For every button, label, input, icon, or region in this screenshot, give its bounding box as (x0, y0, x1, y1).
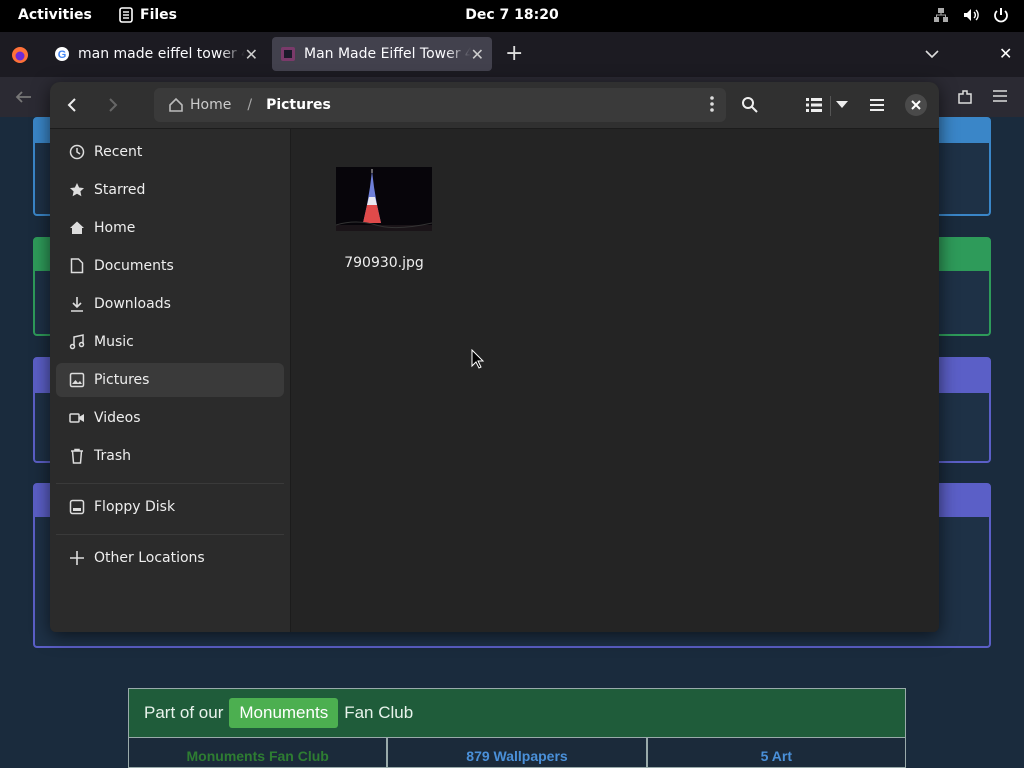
fan-club-prefix: Part of our (144, 703, 224, 722)
drive-icon (68, 499, 86, 515)
sidebar-item-label: Home (94, 220, 136, 236)
sidebar-item-label: Downloads (94, 296, 171, 312)
files-app-icon (119, 7, 133, 23)
sidebar-item-home[interactable]: Home (56, 211, 284, 245)
close-dialog-button[interactable] (905, 94, 927, 116)
firefox-icon[interactable] (11, 46, 29, 64)
sidebar-item-floppy-disk[interactable]: Floppy Disk (56, 490, 284, 524)
fan-club-stat-link[interactable]: Monuments Fan Club (128, 738, 388, 768)
path-menu-icon[interactable] (710, 96, 714, 116)
picture-icon (68, 372, 86, 388)
sidebar-item-recent[interactable]: Recent (56, 135, 284, 169)
path-home-label: Home (190, 97, 232, 113)
file-name: 790930.jpg (344, 255, 424, 271)
sidebar-divider (56, 534, 284, 535)
sidebar-item-downloads[interactable]: Downloads (56, 287, 284, 321)
site-favicon-icon (281, 47, 295, 61)
path-current-button[interactable]: Pictures (266, 97, 331, 113)
main-menu-button[interactable] (862, 90, 892, 120)
places-sidebar: Recent Starred Home Documents Downloads … (50, 129, 291, 632)
list-tabs-icon[interactable] (924, 46, 940, 62)
art-count-link[interactable]: 5 Art (646, 738, 906, 768)
plus-icon (68, 550, 86, 566)
path-separator: / (247, 97, 253, 113)
back-button[interactable] (58, 90, 88, 120)
sidebar-item-music[interactable]: Music (56, 325, 284, 359)
svg-text:G: G (58, 49, 67, 61)
path-bar: Home / Pictures (154, 88, 726, 122)
sidebar-item-label: Trash (94, 448, 131, 464)
app-name: Files (140, 7, 177, 23)
sidebar-item-trash[interactable]: Trash (56, 439, 284, 473)
system-tray[interactable] (932, 6, 1010, 24)
app-menu-button[interactable]: Files (118, 7, 177, 23)
search-icon (742, 97, 758, 113)
caret-down-icon (836, 101, 848, 108)
gnome-top-bar: Activities Files Dec 7 18:20 (0, 0, 1024, 32)
close-icon (911, 100, 921, 110)
back-icon[interactable] (14, 89, 32, 105)
sidebar-item-videos[interactable]: Videos (56, 401, 284, 435)
list-view-icon (806, 98, 822, 112)
fan-club-stats: Monuments Fan Club 879 Wallpapers 5 Art (128, 738, 906, 768)
file-chooser-dialog: Home / Pictures Recent Starred Home Docu… (50, 82, 939, 632)
close-window-icon[interactable]: ✕ (999, 44, 1012, 63)
monuments-link[interactable]: Monuments (229, 698, 339, 728)
sidebar-item-label: Other Locations (94, 550, 205, 566)
google-icon: G (55, 47, 69, 61)
extensions-icon[interactable] (956, 88, 974, 106)
sidebar-item-label: Pictures (94, 372, 150, 388)
new-tab-icon[interactable]: + (505, 41, 523, 66)
music-icon (68, 334, 86, 350)
dialog-header-bar: Home / Pictures (50, 82, 939, 129)
tab-title: Man Made Eiffel Tower 4K (304, 46, 471, 62)
sidebar-item-label: Starred (94, 182, 146, 198)
sidebar-item-pictures[interactable]: Pictures (56, 363, 284, 397)
sidebar-item-starred[interactable]: Starred (56, 173, 284, 207)
path-home-button[interactable]: Home (168, 97, 231, 113)
mouse-cursor-icon (471, 349, 485, 369)
hamburger-menu-icon (870, 99, 884, 111)
view-list-button[interactable] (799, 90, 829, 120)
volume-icon (964, 9, 979, 21)
close-tab-icon[interactable]: ✕ (245, 45, 258, 64)
star-icon (68, 182, 86, 198)
fan-club-banner: Part of our Monuments Fan Club (128, 688, 906, 738)
sidebar-item-label: Videos (94, 410, 141, 426)
file-view: 790930.jpg (291, 129, 939, 632)
browser-tab-bar: G man made eiffel tower 4k ✕ Man Made Ei… (0, 32, 1024, 77)
sidebar-divider (56, 483, 284, 484)
tab-google-search[interactable]: G man made eiffel tower 4k ✕ (46, 37, 266, 71)
clock-icon (68, 144, 86, 160)
network-icon (934, 8, 948, 22)
chevron-right-icon (109, 98, 118, 112)
close-tab-icon[interactable]: ✕ (471, 45, 484, 64)
video-icon (68, 410, 86, 426)
search-button[interactable] (735, 90, 765, 120)
forward-button[interactable] (97, 90, 127, 120)
tab-wallpaper[interactable]: Man Made Eiffel Tower 4K ✕ (272, 37, 492, 71)
sidebar-item-label: Documents (94, 258, 174, 274)
chevron-left-icon (67, 98, 76, 112)
fan-club-suffix: Fan Club (344, 703, 414, 722)
sidebar-item-label: Music (94, 334, 134, 350)
activities-button[interactable]: Activities (18, 7, 92, 23)
sidebar-item-label: Recent (94, 144, 143, 160)
document-icon (68, 258, 86, 274)
view-options-button[interactable] (827, 90, 857, 120)
home-icon (169, 97, 183, 112)
download-icon (68, 296, 86, 312)
tab-title: man made eiffel tower 4k (78, 46, 245, 62)
home-icon (68, 220, 86, 236)
image-thumbnail (336, 167, 432, 231)
power-icon (994, 8, 1008, 23)
sidebar-item-label: Floppy Disk (94, 499, 176, 515)
file-item[interactable]: 790930.jpg (334, 167, 434, 271)
sidebar-item-documents[interactable]: Documents (56, 249, 284, 283)
sidebar-item-other-locations[interactable]: Other Locations (56, 541, 284, 575)
wallpapers-count-link[interactable]: 879 Wallpapers (387, 738, 647, 768)
trash-icon (68, 448, 86, 464)
app-menu-icon[interactable] (991, 89, 1009, 103)
